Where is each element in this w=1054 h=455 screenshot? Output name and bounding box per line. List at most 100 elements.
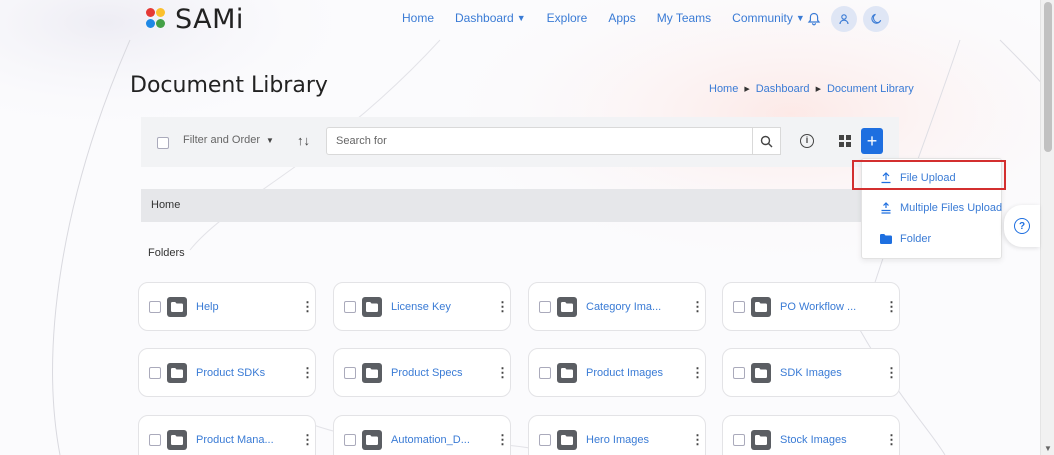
search-button[interactable] xyxy=(753,127,781,155)
kebab-menu-icon[interactable]: ⋮ xyxy=(885,432,898,448)
user-icon[interactable] xyxy=(831,6,857,32)
folder-icon xyxy=(557,296,577,317)
scrollbar-thumb[interactable] xyxy=(1044,2,1052,152)
main-nav: Home Dashboard ▼ Explore Apps My Teams Co… xyxy=(402,11,805,25)
kebab-menu-icon[interactable]: ⋮ xyxy=(301,432,314,448)
kebab-menu-icon[interactable]: ⋮ xyxy=(301,365,314,381)
folder-card[interactable]: Category Ima... ⋮ xyxy=(528,282,706,331)
info-icon[interactable]: i xyxy=(800,134,814,148)
folder-name[interactable]: PO Workflow ... xyxy=(780,301,885,313)
nav-dashboard[interactable]: Dashboard ▼ xyxy=(455,11,526,25)
folder-checkbox[interactable] xyxy=(149,300,161,313)
menu-item-file-upload[interactable]: File Upload xyxy=(862,165,1003,191)
folder-name[interactable]: Product Images xyxy=(586,367,691,379)
folder-icon xyxy=(879,234,893,244)
folder-name[interactable]: Category Ima... xyxy=(586,301,691,313)
folder-icon xyxy=(167,429,187,450)
folder-name[interactable]: SDK Images xyxy=(780,367,885,379)
breadcrumb-separator-icon: ▶ xyxy=(744,86,750,93)
logo-mark-icon xyxy=(145,7,167,33)
folder-card[interactable]: Product Specs ⋮ xyxy=(333,348,511,397)
folder-name[interactable]: Product Mana... xyxy=(196,434,301,446)
grid-view-icon[interactable] xyxy=(839,135,851,147)
folder-icon xyxy=(362,362,382,383)
folder-checkbox[interactable] xyxy=(733,300,745,313)
folder-checkbox[interactable] xyxy=(344,300,356,313)
kebab-menu-icon[interactable]: ⋮ xyxy=(885,365,898,381)
sort-icon[interactable]: ↑↓ xyxy=(297,133,310,148)
search-icon xyxy=(760,135,773,147)
nav-icon-group xyxy=(803,6,889,32)
kebab-menu-icon[interactable]: ⋮ xyxy=(496,299,509,315)
kebab-menu-icon[interactable]: ⋮ xyxy=(691,432,704,448)
folder-checkbox[interactable] xyxy=(344,366,356,379)
kebab-menu-icon[interactable]: ⋮ xyxy=(496,365,509,381)
bell-icon[interactable] xyxy=(803,8,825,30)
folder-name[interactable]: Product SDKs xyxy=(196,367,301,379)
folder-checkbox[interactable] xyxy=(344,433,356,446)
folder-card[interactable]: Hero Images ⋮ xyxy=(528,415,706,455)
folder-name[interactable]: Help xyxy=(196,301,301,313)
filter-order-dropdown[interactable]: Filter and Order ▼ xyxy=(183,134,274,146)
app-logo[interactable]: SAMi xyxy=(145,4,244,35)
folder-icon xyxy=(167,296,187,317)
caret-down-icon: ▼ xyxy=(266,135,274,145)
nav-home[interactable]: Home xyxy=(402,11,434,25)
breadcrumb-dashboard[interactable]: Dashboard xyxy=(756,83,810,95)
current-location-label: Home xyxy=(151,199,181,211)
filter-order-label: Filter and Order xyxy=(183,134,261,146)
kebab-menu-icon[interactable]: ⋮ xyxy=(301,299,314,315)
menu-item-label: Multiple Files Upload xyxy=(900,202,1003,214)
help-button[interactable]: ? xyxy=(1004,205,1040,247)
help-icon: ? xyxy=(1014,218,1030,234)
page-title: Document Library xyxy=(130,73,328,98)
folder-checkbox[interactable] xyxy=(733,433,745,446)
folder-card[interactable]: Stock Images ⋮ xyxy=(722,415,900,455)
top-navbar: SAMi Home Dashboard ▼ Explore Apps My Tea… xyxy=(0,0,1040,38)
kebab-menu-icon[interactable]: ⋮ xyxy=(496,432,509,448)
page-scrollbar[interactable]: ▼ xyxy=(1040,0,1054,455)
folder-name[interactable]: License Key xyxy=(391,301,496,313)
folder-name[interactable]: Hero Images xyxy=(586,434,691,446)
kebab-menu-icon[interactable]: ⋮ xyxy=(691,365,704,381)
folder-icon xyxy=(751,429,771,450)
folder-name[interactable]: Automation_D... xyxy=(391,434,496,446)
upload-menu: File Upload Multiple Files Upload Folder xyxy=(861,158,1002,259)
breadcrumb-home[interactable]: Home xyxy=(709,83,738,95)
app-name: SAMi xyxy=(175,4,244,35)
plus-icon: + xyxy=(866,131,878,151)
folder-card[interactable]: Product Images ⋮ xyxy=(528,348,706,397)
add-button[interactable]: + xyxy=(861,128,883,154)
scroll-down-icon[interactable]: ▼ xyxy=(1044,444,1052,453)
current-location-bar: Home xyxy=(141,189,899,222)
folder-card[interactable]: PO Workflow ... ⋮ xyxy=(722,282,900,331)
nav-explore[interactable]: Explore xyxy=(547,11,588,25)
folder-icon xyxy=(167,362,187,383)
folder-checkbox[interactable] xyxy=(149,433,161,446)
folder-card[interactable]: Automation_D... ⋮ xyxy=(333,415,511,455)
folder-card[interactable]: Product SDKs ⋮ xyxy=(138,348,316,397)
folder-checkbox[interactable] xyxy=(539,300,551,313)
nav-community[interactable]: Community ▼ xyxy=(732,11,805,25)
folder-card[interactable]: License Key ⋮ xyxy=(333,282,511,331)
folder-name[interactable]: Stock Images xyxy=(780,434,885,446)
kebab-menu-icon[interactable]: ⋮ xyxy=(691,299,704,315)
folder-checkbox[interactable] xyxy=(539,433,551,446)
folder-checkbox[interactable] xyxy=(539,366,551,379)
folder-card[interactable]: SDK Images ⋮ xyxy=(722,348,900,397)
menu-item-multiple-files-upload[interactable]: Multiple Files Upload xyxy=(862,195,1003,221)
folder-card[interactable]: Help ⋮ xyxy=(138,282,316,331)
nav-my-teams[interactable]: My Teams xyxy=(657,11,711,25)
menu-item-label: Folder xyxy=(900,233,932,245)
folder-checkbox[interactable] xyxy=(733,366,745,379)
moon-icon[interactable] xyxy=(863,6,889,32)
nav-apps[interactable]: Apps xyxy=(608,11,635,25)
breadcrumb-document-library[interactable]: Document Library xyxy=(827,83,914,95)
select-all-checkbox[interactable] xyxy=(157,137,169,149)
folder-checkbox[interactable] xyxy=(149,366,161,379)
menu-item-folder[interactable]: Folder xyxy=(862,226,1003,252)
folder-name[interactable]: Product Specs xyxy=(391,367,496,379)
folder-card[interactable]: Product Mana... ⋮ xyxy=(138,415,316,455)
kebab-menu-icon[interactable]: ⋮ xyxy=(885,299,898,315)
search-input[interactable] xyxy=(326,127,753,155)
